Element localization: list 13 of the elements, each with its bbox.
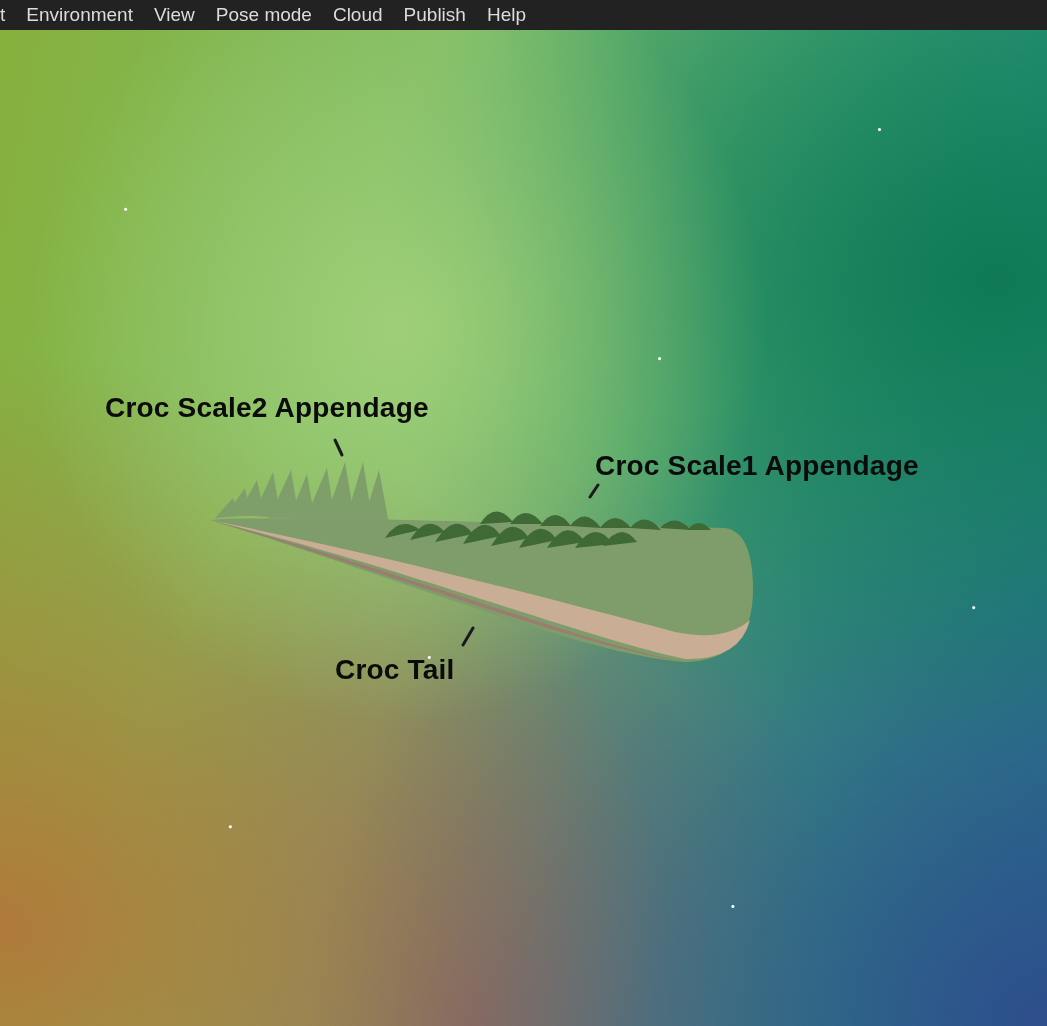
part-label: Croc Scale2 Appendage bbox=[105, 394, 429, 422]
leader-line bbox=[588, 483, 600, 499]
leader-line bbox=[461, 626, 475, 647]
menu-item[interactable]: Publish bbox=[403, 0, 466, 30]
part-label: Croc Tail bbox=[335, 656, 455, 684]
menu-item[interactable]: Environment bbox=[26, 0, 133, 30]
menu-item[interactable]: Cloud bbox=[332, 0, 383, 30]
menu-item[interactable]: Pose mode bbox=[215, 0, 312, 30]
part-label: Croc Scale1 Appendage bbox=[595, 452, 919, 480]
menu-item[interactable]: Help bbox=[486, 0, 526, 30]
menu-item[interactable]: t bbox=[0, 0, 6, 30]
leader-line bbox=[333, 438, 344, 457]
menu-item[interactable]: View bbox=[153, 0, 195, 30]
